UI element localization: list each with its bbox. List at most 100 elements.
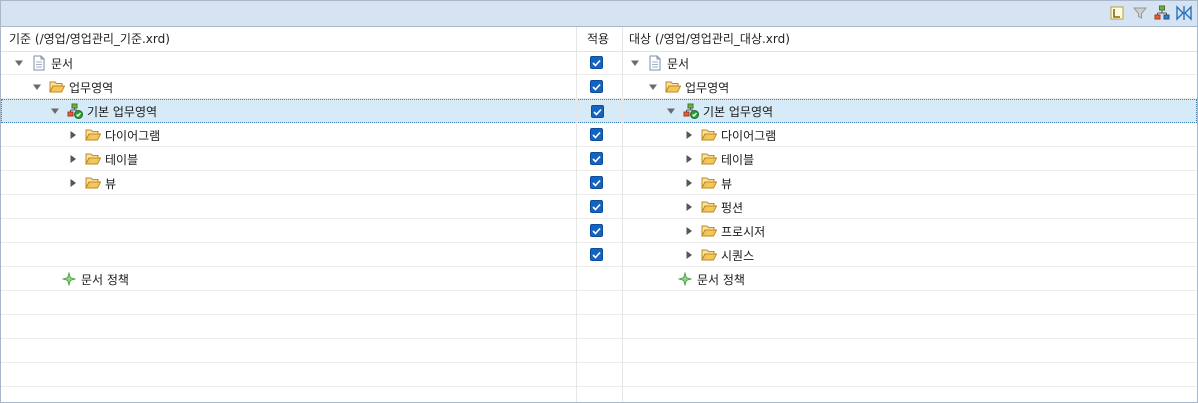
folder-open-icon — [701, 199, 717, 215]
tree-node-label: 다이어그램 — [721, 128, 777, 143]
table-row[interactable] — [1, 219, 1197, 243]
collapse-arrow-icon[interactable] — [683, 129, 695, 141]
tree-node-label: 테이블 — [105, 152, 139, 167]
layout-toggle-icon[interactable] — [1108, 4, 1126, 22]
filter-icon[interactable] — [1131, 4, 1149, 22]
right-tree-node[interactable]: 시퀀스 — [683, 243, 754, 267]
apply-checkbox[interactable] — [590, 224, 603, 237]
left-tree-node[interactable]: 뷰 — [67, 171, 116, 195]
tree-node-label: 문서 정책 — [697, 272, 745, 287]
table-row[interactable] — [1, 195, 1197, 219]
table-row[interactable] — [1, 363, 1197, 387]
apply-checkbox[interactable] — [591, 105, 604, 118]
tree-node-label: 테이블 — [721, 152, 755, 167]
collapse-arrow-icon[interactable] — [683, 225, 695, 237]
right-tree-node[interactable]: 테이블 — [683, 147, 754, 171]
right-tree-node[interactable]: 펑션 — [683, 195, 743, 219]
table-row[interactable] — [1, 243, 1197, 267]
policy-icon — [677, 271, 693, 287]
table-header: 기준 (/영업/영업관리_기준.xrd) 적용 대상 (/영업/영업관리_대상.… — [1, 27, 1197, 52]
table-row[interactable] — [1, 51, 1197, 75]
base-column-header[interactable]: 기준 (/영업/영업관리_기준.xrd) — [9, 27, 170, 51]
policy-icon — [61, 271, 77, 287]
expand-arrow-icon[interactable] — [49, 105, 61, 117]
tree-node-label: 펑션 — [721, 200, 744, 215]
table-row[interactable] — [1, 291, 1197, 315]
apply-column-header[interactable]: 적용 — [587, 27, 609, 51]
folder-open-icon — [85, 151, 101, 167]
folder-open-icon — [665, 79, 681, 95]
table-row[interactable] — [1, 267, 1197, 291]
left-tree-node[interactable]: 문서 정책 — [61, 267, 129, 291]
tree-node-label: 뷰 — [105, 176, 117, 191]
document-icon — [31, 55, 47, 71]
table-row[interactable] — [1, 315, 1197, 339]
right-tree-node[interactable]: 업무영역 — [647, 75, 729, 99]
compare-tree-table: 문서업무영역기본 업무영역다이어그램테이블뷰문서 정책 문서업무영역기본 업무영역… — [1, 27, 1197, 402]
right-tree-node[interactable]: 기본 업무영역 — [665, 99, 773, 123]
apply-checkbox[interactable] — [590, 128, 603, 141]
apply-checkbox[interactable] — [590, 248, 603, 261]
tree-node-label: 프로시저 — [721, 224, 766, 239]
left-tree-node[interactable]: 기본 업무영역 — [49, 99, 157, 123]
tree-node-label: 다이어그램 — [105, 128, 161, 143]
table-row[interactable] — [1, 75, 1197, 99]
apply-checkbox[interactable] — [590, 56, 603, 69]
folder-open-icon — [701, 223, 717, 239]
collapse-arrow-icon[interactable] — [67, 153, 79, 165]
apply-checkbox[interactable] — [590, 80, 603, 93]
collapse-arrow-icon[interactable] — [683, 153, 695, 165]
folder-open-icon — [85, 175, 101, 191]
table-row[interactable] — [1, 123, 1197, 147]
folder-open-icon — [701, 175, 717, 191]
collapse-arrow-icon[interactable] — [683, 177, 695, 189]
tree-node-label: 문서 — [667, 56, 690, 71]
hierarchy-icon[interactable] — [1153, 4, 1171, 22]
expand-arrow-icon[interactable] — [665, 105, 677, 117]
collapse-arrow-icon[interactable] — [67, 177, 79, 189]
folder-open-icon — [49, 79, 65, 95]
document-icon — [647, 55, 663, 71]
right-tree-node[interactable]: 문서 — [629, 51, 689, 75]
target-column-header[interactable]: 대상 (/영업/영업관리_대상.xrd) — [629, 27, 790, 51]
left-tree-node[interactable]: 업무영역 — [31, 75, 113, 99]
tree-node-label: 문서 — [51, 56, 74, 71]
business-area-icon — [683, 103, 699, 119]
table-row[interactable] — [1, 147, 1197, 171]
tree-node-label: 기본 업무영역 — [87, 104, 158, 119]
expand-arrow-icon[interactable] — [31, 81, 43, 93]
business-area-icon — [67, 103, 83, 119]
tree-node-label: 뷰 — [721, 176, 733, 191]
left-tree-node[interactable]: 테이블 — [67, 147, 138, 171]
expand-arrow-icon[interactable] — [647, 81, 659, 93]
left-tree-node[interactable]: 문서 — [13, 51, 73, 75]
apply-checkbox[interactable] — [590, 176, 603, 189]
collapse-arrow-icon[interactable] — [67, 129, 79, 141]
left-tree-node[interactable]: 다이어그램 — [67, 123, 160, 147]
collapse-arrow-icon[interactable] — [683, 201, 695, 213]
compare-panel: 문서업무영역기본 업무영역다이어그램테이블뷰문서 정책 문서업무영역기본 업무영역… — [0, 0, 1198, 403]
tree-node-label: 업무영역 — [69, 80, 114, 95]
expand-arrow-icon[interactable] — [629, 57, 641, 69]
table-row[interactable] — [1, 99, 1197, 123]
right-tree-node[interactable]: 뷰 — [683, 171, 732, 195]
apply-checkbox[interactable] — [590, 152, 603, 165]
tree-node-label: 기본 업무영역 — [703, 104, 774, 119]
folder-open-icon — [701, 127, 717, 143]
table-row[interactable] — [1, 339, 1197, 363]
folder-open-icon — [701, 247, 717, 263]
table-row[interactable] — [1, 387, 1197, 402]
right-tree-node[interactable]: 문서 정책 — [677, 267, 745, 291]
folder-open-icon — [85, 127, 101, 143]
collapse-arrow-icon[interactable] — [683, 249, 695, 261]
folder-open-icon — [701, 151, 717, 167]
tree-node-label: 업무영역 — [685, 80, 730, 95]
tree-node-label: 문서 정책 — [81, 272, 129, 287]
expand-arrow-icon[interactable] — [13, 57, 25, 69]
apply-checkbox[interactable] — [590, 200, 603, 213]
right-tree-node[interactable]: 프로시저 — [683, 219, 765, 243]
right-tree-node[interactable]: 다이어그램 — [683, 123, 776, 147]
panel-toolbar — [1, 1, 1197, 27]
table-row[interactable] — [1, 171, 1197, 195]
compare-arrows-icon[interactable] — [1175, 4, 1193, 22]
